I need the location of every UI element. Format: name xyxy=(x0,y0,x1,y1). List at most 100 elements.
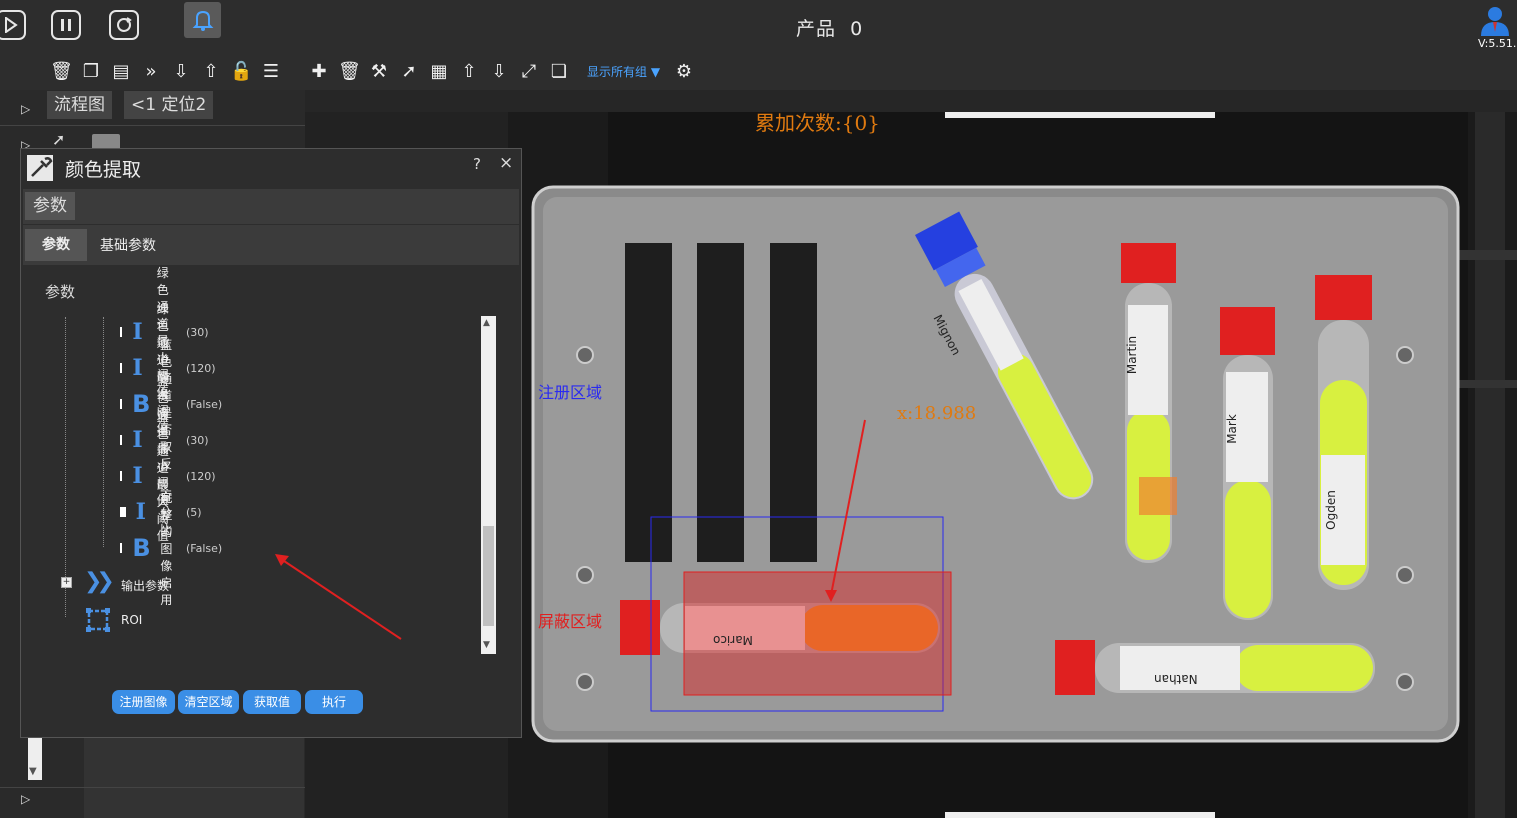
show-groups-label: 显示所有组 xyxy=(587,65,648,79)
color-extract-dialog: 颜色提取 ? × 参数 参数 基础参数 参数 I 绿色通道最小阈值 (30) I 绿色通… xyxy=(20,148,522,738)
close-button[interactable]: × xyxy=(499,153,513,173)
register-region-label: 注册区域 xyxy=(538,383,603,402)
checkbox[interactable] xyxy=(120,435,123,445)
trash-icon[interactable]: 🗑 xyxy=(338,61,361,83)
param-value: (120) xyxy=(186,469,216,483)
checkbox[interactable] xyxy=(120,471,123,481)
param-value: (5) xyxy=(186,505,202,519)
expand-toggle-icon[interactable]: + xyxy=(61,577,72,588)
notification-button[interactable] xyxy=(184,2,221,38)
param-value: (120) xyxy=(186,361,216,375)
scroll-thumb[interactable] xyxy=(483,526,494,626)
section-tab[interactable]: 参数 xyxy=(25,192,75,220)
mask-region-label: 屏蔽区域 xyxy=(538,612,603,631)
tab-flowchart[interactable]: 流程图 xyxy=(47,91,112,119)
integer-type-icon: I xyxy=(132,319,143,345)
delete-icon[interactable]: 🗑 xyxy=(50,61,73,83)
integer-type-icon: I xyxy=(132,463,143,489)
add-icon[interactable]: ✚ xyxy=(308,61,330,83)
show-groups-dropdown[interactable]: 显示所有组 ▼ xyxy=(587,63,660,80)
top-bar: 产品 0 V:5.51.2 xyxy=(0,0,1517,55)
checkbox[interactable] xyxy=(120,543,123,553)
clear-region-button[interactable]: 清空区域 xyxy=(178,690,239,714)
window-icon[interactable]: ❏ xyxy=(548,61,570,83)
tube-label: Martin xyxy=(1125,335,1140,375)
integer-type-icon: I xyxy=(132,355,143,381)
user-avatar-icon[interactable] xyxy=(1478,4,1512,36)
run-button[interactable] xyxy=(0,10,26,40)
param-value: (False) xyxy=(186,541,223,555)
get-value-button[interactable]: 获取值 xyxy=(243,690,301,714)
expand-icon[interactable]: ⤢ xyxy=(518,61,540,83)
dialog-title: 颜色提取 xyxy=(65,159,142,181)
play-icon xyxy=(5,17,18,33)
move-up-icon[interactable]: ⇧ xyxy=(458,61,480,83)
cursor-icon: ➚ xyxy=(52,130,66,149)
boolean-type-icon: B xyxy=(132,390,151,418)
help-button[interactable]: ? xyxy=(473,155,481,173)
checkbox[interactable] xyxy=(120,327,123,337)
save-icon[interactable]: ▤ xyxy=(110,61,132,83)
tree-guide xyxy=(65,317,67,617)
pointer-icon[interactable]: ➚ xyxy=(398,61,420,83)
chevron-down-icon: ▼ xyxy=(650,65,661,79)
output-arrow-icon: ❯❯ xyxy=(84,569,115,594)
tab-locate[interactable]: <1 定位2 xyxy=(124,91,214,119)
roi-label[interactable]: ROI xyxy=(121,613,142,627)
tab-params[interactable]: 参数 xyxy=(25,229,87,261)
unlock-icon[interactable]: 🔓 xyxy=(230,61,252,83)
product-count: 0 xyxy=(850,18,864,40)
step-forward-icon[interactable]: » xyxy=(140,61,162,83)
roi-icon xyxy=(86,608,110,632)
group-label: 参数 xyxy=(45,283,76,301)
output-params-label[interactable]: 输出参数 xyxy=(121,577,169,594)
tab-basic-params[interactable]: 基础参数 xyxy=(100,235,156,255)
param-value: (30) xyxy=(186,325,209,339)
expand-arrow-icon[interactable]: ▷ xyxy=(21,792,30,806)
scroll-down-icon[interactable]: ▼ xyxy=(29,766,37,777)
loop-button[interactable] xyxy=(109,10,139,40)
tree-guide xyxy=(103,317,105,547)
scroll-up-icon[interactable]: ▲ xyxy=(483,318,490,328)
divider xyxy=(0,125,305,126)
eyedropper-icon xyxy=(27,155,53,181)
checkbox[interactable] xyxy=(120,507,126,517)
execute-button[interactable]: 执行 xyxy=(305,690,363,714)
tube-label: Mark xyxy=(1224,414,1239,444)
annotation-arrow xyxy=(275,554,402,640)
section-header: 参数 xyxy=(23,189,519,224)
tree-scrollbar[interactable]: ▲ ▼ xyxy=(481,316,496,654)
param-value: (30) xyxy=(186,433,209,447)
tube-label: Ogden xyxy=(1323,490,1338,530)
refresh-icon xyxy=(117,17,132,32)
checkbox[interactable] xyxy=(120,399,123,409)
brush-icon[interactable]: ⚒ xyxy=(368,61,390,83)
counter-label: 累加次数:{0} xyxy=(755,111,880,135)
boolean-type-icon: B xyxy=(132,534,151,562)
gear-icon[interactable]: ⚙ xyxy=(673,61,695,83)
checkbox[interactable] xyxy=(120,363,123,373)
arrow-up-icon[interactable]: ⇧ xyxy=(200,61,222,83)
scroll-down-icon[interactable]: ▼ xyxy=(483,640,490,650)
param-row[interactable]: I 蓝色通道最大阈值 (120) xyxy=(120,410,216,543)
product-counter: 产品 0 xyxy=(796,14,863,41)
move-down-icon[interactable]: ⇩ xyxy=(488,61,510,83)
calculator-icon[interactable]: ▦ xyxy=(428,61,450,83)
param-row[interactable]: B 完整的图像启用 (False) xyxy=(120,491,223,607)
arrow-down-icon[interactable]: ⇩ xyxy=(170,61,192,83)
integer-type-icon: I xyxy=(132,427,143,453)
menu-icon[interactable]: ☰ xyxy=(260,61,282,83)
left-edge-strip xyxy=(0,148,20,738)
product-label: 产品 xyxy=(796,18,837,40)
version-label: V:5.51.2 xyxy=(1478,37,1517,50)
copy-icon[interactable]: ❐ xyxy=(80,61,102,83)
tube-label: Marico xyxy=(713,633,753,647)
bell-icon xyxy=(192,10,213,31)
param-tabs: 参数 基础参数 xyxy=(23,225,519,265)
x-readout: x:18.988 xyxy=(897,403,977,424)
pause-button[interactable] xyxy=(51,10,81,40)
expand-arrow-icon[interactable]: ▷ xyxy=(21,102,30,116)
divider xyxy=(0,787,305,788)
toolbar: 🗑 ❐ ▤ » ⇩ ⇧ 🔓 ☰ ✚ 🗑 ⚒ ➚ ▦ ⇧ ⇩ ⤢ ❏ 显示所有组 … xyxy=(0,55,1517,90)
register-image-button[interactable]: 注册图像 xyxy=(112,690,175,714)
